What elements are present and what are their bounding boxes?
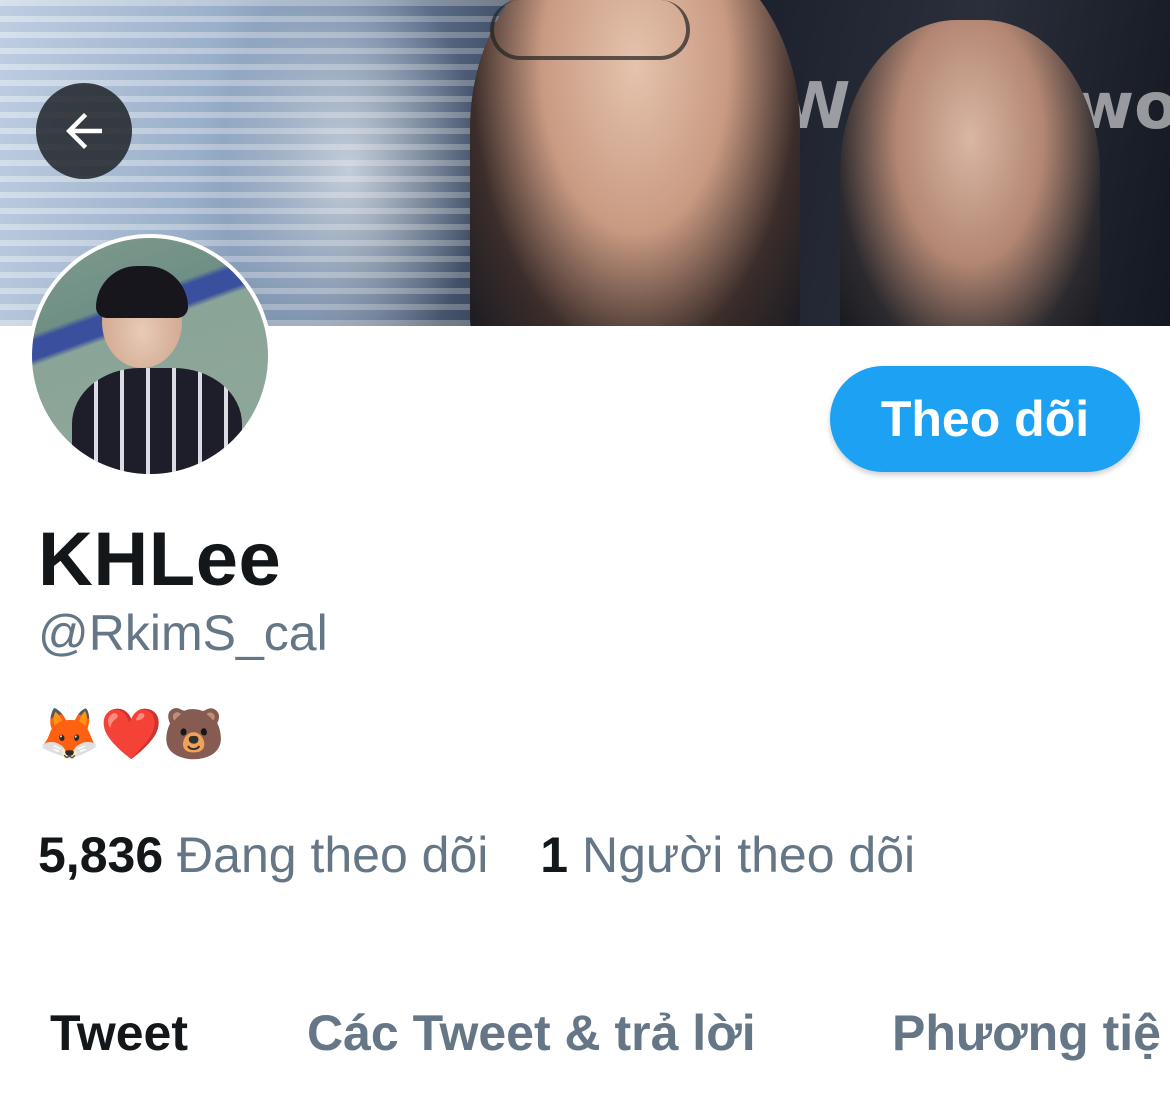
followers-count: 1 [540, 827, 569, 883]
followers-label: Người theo dõi [582, 827, 916, 883]
banner-person-secondary [840, 20, 1100, 326]
avatar-shirt-shape [72, 368, 242, 474]
back-button[interactable] [36, 83, 132, 179]
profile-bio: 🦊❤️🐻 [38, 705, 225, 763]
user-handle: @RkimS_cal [38, 605, 328, 661]
following-stat[interactable]: 5,836 Đang theo dõi [38, 826, 488, 884]
profile-tabs: Tweet Các Tweet & trả lời Phương tiệ [0, 1004, 1170, 1074]
follow-button[interactable]: Theo dõi [830, 366, 1140, 472]
banner-light-glow [220, 0, 480, 326]
arrow-left-icon [66, 113, 102, 149]
follow-stats: 5,836 Đang theo dõi 1 Người theo dõi [38, 826, 953, 884]
followers-stat[interactable]: 1 Người theo dõi [540, 826, 915, 884]
banner-glasses-shape [490, 0, 690, 60]
display-name: KHLee [38, 517, 282, 602]
avatar-hair-shape [96, 266, 188, 318]
following-label: Đang theo dõi [177, 827, 489, 883]
profile-avatar[interactable] [28, 234, 272, 478]
tab-tweets[interactable]: Tweet [50, 1004, 188, 1062]
tab-media[interactable]: Phương tiệ [892, 1004, 1161, 1062]
profile-page: W wo Theo dõi KHLee @RkimS_cal 🦊❤️🐻 5,83… [0, 0, 1170, 1094]
tab-tweets-and-replies[interactable]: Các Tweet & trả lời [307, 1004, 756, 1062]
following-count: 5,836 [38, 827, 164, 883]
